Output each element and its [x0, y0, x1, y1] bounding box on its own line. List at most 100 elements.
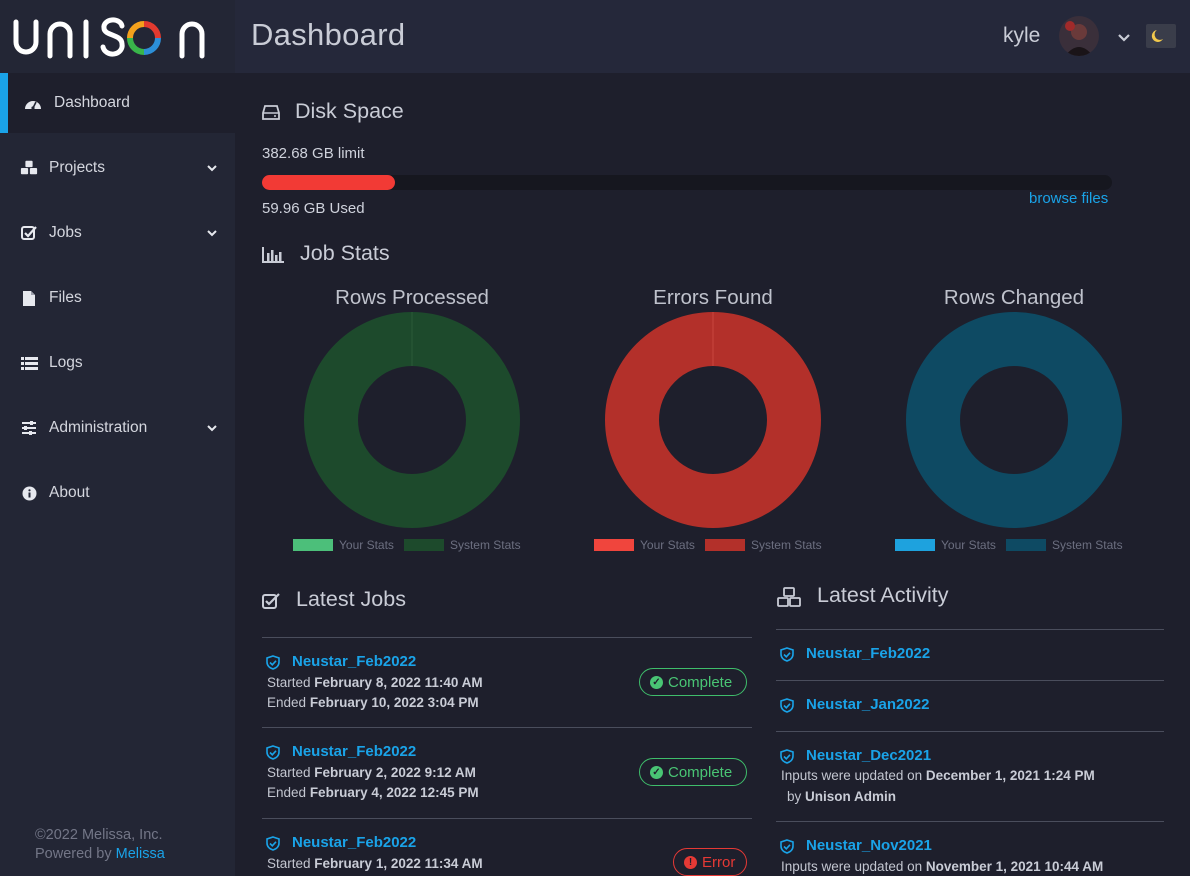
job-name-link[interactable]: Neustar_Feb2022: [292, 653, 416, 670]
username[interactable]: kyle: [1003, 24, 1040, 48]
started-label: Started: [267, 675, 311, 690]
divider: [262, 727, 752, 728]
cubes-icon: [20, 159, 38, 177]
sidebar-item-label: Jobs: [49, 224, 82, 241]
sidebar-footer: ©2022 Melissa, Inc. Powered by Melissa: [35, 826, 165, 864]
status-badge[interactable]: ! Error: [673, 848, 747, 876]
job-started: Started February 2, 2022 9:12 AM: [267, 765, 476, 780]
ended-label: Ended: [267, 785, 307, 800]
started-label: Started: [267, 765, 311, 780]
started-date: February 1, 2022 11:34 AM: [314, 856, 483, 871]
unison-logo[interactable]: [12, 12, 224, 62]
theme-toggle[interactable]: [1146, 24, 1176, 48]
sidebar-item-label: Files: [49, 289, 82, 306]
shield-check-icon: [780, 749, 794, 764]
latest-jobs-title: Latest Jobs: [296, 587, 406, 611]
ended-label: Ended: [267, 695, 307, 710]
ended-date: February 10, 2022 3:04 PM: [309, 695, 479, 710]
divider: [776, 629, 1164, 630]
shield-check-icon: [266, 836, 280, 851]
activity-name-link[interactable]: Neustar_Nov2021: [806, 837, 932, 854]
shield-check-icon: [780, 647, 794, 662]
ended-date: February 4, 2022 12:45 PM: [309, 785, 479, 800]
status-text: Error: [702, 853, 736, 871]
sidebar-item-files[interactable]: Files: [0, 268, 235, 328]
disk-space-title: Disk Space: [295, 99, 404, 123]
disk-used: 59.96 GB Used: [262, 200, 365, 217]
divider: [776, 731, 1164, 732]
legend-label-system: System Stats: [449, 538, 521, 552]
legend-swatch-your: [594, 539, 634, 551]
top-header: Dashboard kyle: [235, 0, 1190, 73]
errors-found-legend: Your Stats System Stats: [594, 538, 832, 552]
by-label: by: [787, 789, 802, 804]
divider: [776, 821, 1164, 822]
detail-date: November 1, 2021 10:44 AM: [925, 859, 1104, 874]
check-square-icon: [20, 224, 38, 242]
sidebar-item-logs[interactable]: Logs: [0, 333, 235, 393]
rows-changed-chart[interactable]: [906, 312, 1122, 528]
sidebar-item-projects[interactable]: Projects: [0, 138, 235, 198]
status-text: Complete: [668, 763, 733, 781]
detail-label: Inputs were updated on: [781, 859, 923, 874]
latest-activity-title: Latest Activity: [817, 583, 949, 607]
status-badge[interactable]: ✓ Complete: [639, 758, 747, 786]
chevron-down-icon[interactable]: [205, 421, 219, 435]
info-circle-icon: [20, 484, 38, 502]
legend-label-system: System Stats: [750, 538, 822, 552]
legend-label-your: Your Stats: [941, 538, 996, 552]
legend-label-your: Your Stats: [640, 538, 695, 552]
rows-processed-title: Rows Processed: [335, 286, 489, 309]
rows-changed-title: Rows Changed: [943, 286, 1085, 309]
rows-processed-chart[interactable]: [304, 312, 520, 528]
activity-name-link[interactable]: Neustar_Jan2022: [806, 696, 929, 713]
started-date: February 2, 2022 9:12 AM: [314, 765, 476, 780]
tachometer-icon: [24, 94, 42, 112]
melissa-link[interactable]: Melissa: [116, 846, 165, 862]
sidebar-item-about[interactable]: About: [0, 463, 235, 523]
legend-swatch-system: [403, 539, 444, 551]
avatar[interactable]: [1059, 16, 1099, 56]
chevron-down-icon[interactable]: [205, 226, 219, 240]
chevron-down-icon[interactable]: [1117, 30, 1131, 44]
errors-found-chart[interactable]: [605, 312, 821, 528]
check-square-icon: [262, 593, 280, 609]
shield-check-icon: [266, 655, 280, 670]
check-circle-icon: ✓: [650, 765, 663, 779]
detail-label: Inputs were updated on: [781, 768, 923, 783]
browse-files-link[interactable]: browse files: [1029, 190, 1108, 207]
rows-processed-legend: Your Stats System Stats: [293, 538, 531, 552]
moon-icon: [1151, 30, 1163, 42]
list-icon: [20, 354, 38, 372]
sidebar-item-label: About: [49, 484, 90, 501]
chevron-down-icon[interactable]: [205, 161, 219, 175]
job-name-link[interactable]: Neustar_Feb2022: [292, 743, 416, 760]
started-label: Started: [267, 856, 311, 871]
disk-usage-fill: [262, 175, 396, 190]
legend-swatch-system: [704, 539, 745, 551]
legend-label-system: System Stats: [1051, 538, 1123, 552]
sidebar-item-label: Projects: [49, 159, 105, 176]
powered-by-label: Powered by: [35, 846, 112, 862]
errors-found-title: Errors Found: [653, 286, 773, 309]
job-name-link[interactable]: Neustar_Feb2022: [292, 834, 416, 851]
sidebar-item-administration[interactable]: Administration: [0, 398, 235, 458]
status-badge[interactable]: ✓ Complete: [639, 668, 747, 696]
sidebar-item-jobs[interactable]: Jobs: [0, 203, 235, 263]
activity-name-link[interactable]: Neustar_Feb2022: [806, 645, 930, 662]
status-text: Complete: [668, 673, 733, 691]
by-user: Unison Admin: [805, 789, 897, 804]
disk-usage-bar: [262, 175, 1112, 190]
sidebar: Dashboard Projects Jobs Files Logs Admin…: [0, 0, 235, 876]
page-title: Dashboard: [251, 17, 406, 52]
legend-swatch-your: [293, 539, 333, 551]
job-ended: Ended February 10, 2022 3:04 PM: [267, 695, 479, 710]
file-icon: [20, 289, 38, 307]
shield-check-icon: [780, 698, 794, 713]
divider: [262, 637, 752, 638]
legend-swatch-system: [1005, 539, 1046, 551]
activity-detail: Inputs were updated on November 1, 2021 …: [781, 859, 1103, 874]
activity-name-link[interactable]: Neustar_Dec2021: [806, 747, 931, 764]
sidebar-item-dashboard[interactable]: Dashboard: [0, 73, 235, 133]
bar-chart-icon: [262, 247, 284, 263]
